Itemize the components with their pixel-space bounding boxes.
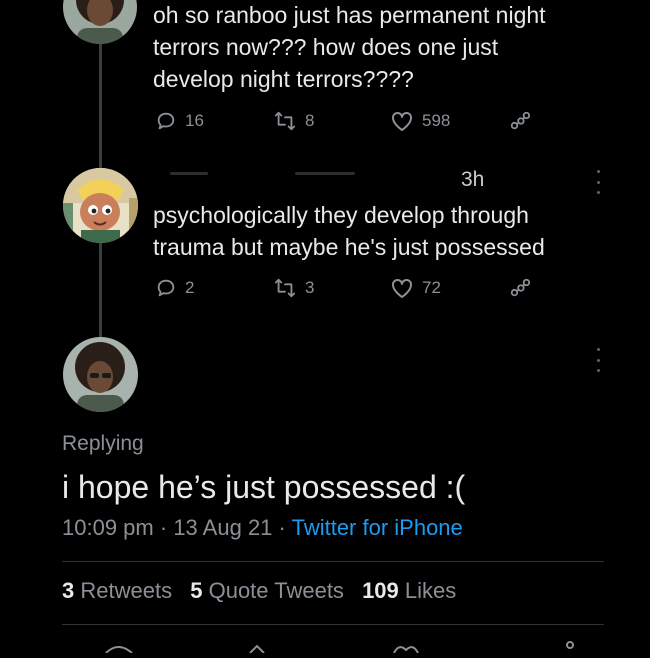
- avatar-image: [63, 168, 138, 243]
- separator: ·: [278, 515, 292, 540]
- more-button[interactable]: [590, 348, 606, 372]
- separator: ·: [159, 515, 174, 540]
- avatar[interactable]: [63, 168, 138, 243]
- like-icon: [392, 278, 412, 298]
- reply-count: 16: [185, 111, 204, 130]
- replying-to-label: Replying: [62, 432, 144, 455]
- reply-icon: [157, 279, 175, 297]
- retweet-button[interactable]: 8: [273, 110, 314, 132]
- like-icon: [392, 111, 412, 131]
- retweet-button[interactable]: 3: [273, 277, 314, 299]
- likes-stat[interactable]: 109 Likes: [362, 578, 456, 603]
- reply-icon: [157, 112, 175, 130]
- tweet-text: oh so ranboo just has permanent night te…: [153, 2, 546, 92]
- reply-button[interactable]: 16: [155, 110, 204, 132]
- avatar[interactable]: [63, 0, 137, 44]
- likes-count: 109: [362, 578, 399, 603]
- share-button[interactable]: [508, 110, 532, 132]
- tweet-text: psychologically they develop through tra…: [153, 202, 545, 260]
- retweet-icon: [274, 278, 296, 298]
- retweets-stat[interactable]: 3 Retweets: [62, 578, 172, 603]
- main-tweet-actions: [62, 640, 602, 654]
- divider: [62, 624, 604, 625]
- like-count: 598: [422, 111, 451, 130]
- retweet-count: 8: [305, 111, 315, 130]
- share-icon: [510, 111, 531, 130]
- tweet-timestamp[interactable]: 10:09 pm: [62, 515, 154, 540]
- quote-tweets-count: 5: [190, 578, 203, 603]
- retweet-icon: [274, 111, 296, 131]
- thread-connector: [99, 243, 102, 337]
- like-button[interactable]: 72: [390, 277, 441, 299]
- avatar[interactable]: [63, 337, 138, 412]
- tweet-stats: 3 Retweets 5 Quote Tweets 109 Likes: [62, 578, 468, 604]
- reply-button[interactable]: 2: [155, 277, 194, 299]
- tweet-meta: 10:09 pm · 13 Aug 21 · Twitter for iPhon…: [62, 515, 463, 541]
- reply-count: 2: [185, 278, 195, 297]
- avatar-image: [63, 337, 138, 412]
- share-button[interactable]: [508, 277, 532, 299]
- retweets-label: Retweets: [80, 578, 173, 603]
- share-icon[interactable]: [566, 641, 574, 649]
- redacted-handle: [295, 172, 355, 175]
- like-icon[interactable]: [393, 646, 419, 654]
- more-icon: [596, 170, 600, 173]
- like-count: 72: [422, 278, 441, 297]
- reply-icon[interactable]: [105, 646, 133, 654]
- divider: [62, 561, 604, 562]
- quote-tweets-label: Quote Tweets: [208, 578, 344, 603]
- share-icon: [510, 278, 531, 297]
- tweet-actions: 2 3 72: [155, 277, 535, 305]
- tweet-time: 3h: [461, 168, 485, 191]
- quote-tweets-stat[interactable]: 5 Quote Tweets: [190, 578, 344, 603]
- main-tweet-text: i hope he’s just possessed :(: [62, 469, 466, 505]
- like-button[interactable]: 598: [390, 110, 450, 132]
- tweet-date[interactable]: 13 Aug 21: [173, 515, 272, 540]
- tweet-source-link[interactable]: Twitter for iPhone: [292, 515, 463, 540]
- likes-label: Likes: [404, 578, 457, 603]
- retweets-count: 3: [62, 578, 75, 603]
- more-button[interactable]: [590, 170, 606, 194]
- tweet-actions: 16 8 598: [155, 110, 535, 138]
- avatar-image: [63, 0, 137, 44]
- more-icon: [596, 348, 600, 351]
- redacted-name: [170, 172, 208, 175]
- retweet-count: 3: [305, 278, 315, 297]
- thread-connector: [99, 40, 102, 168]
